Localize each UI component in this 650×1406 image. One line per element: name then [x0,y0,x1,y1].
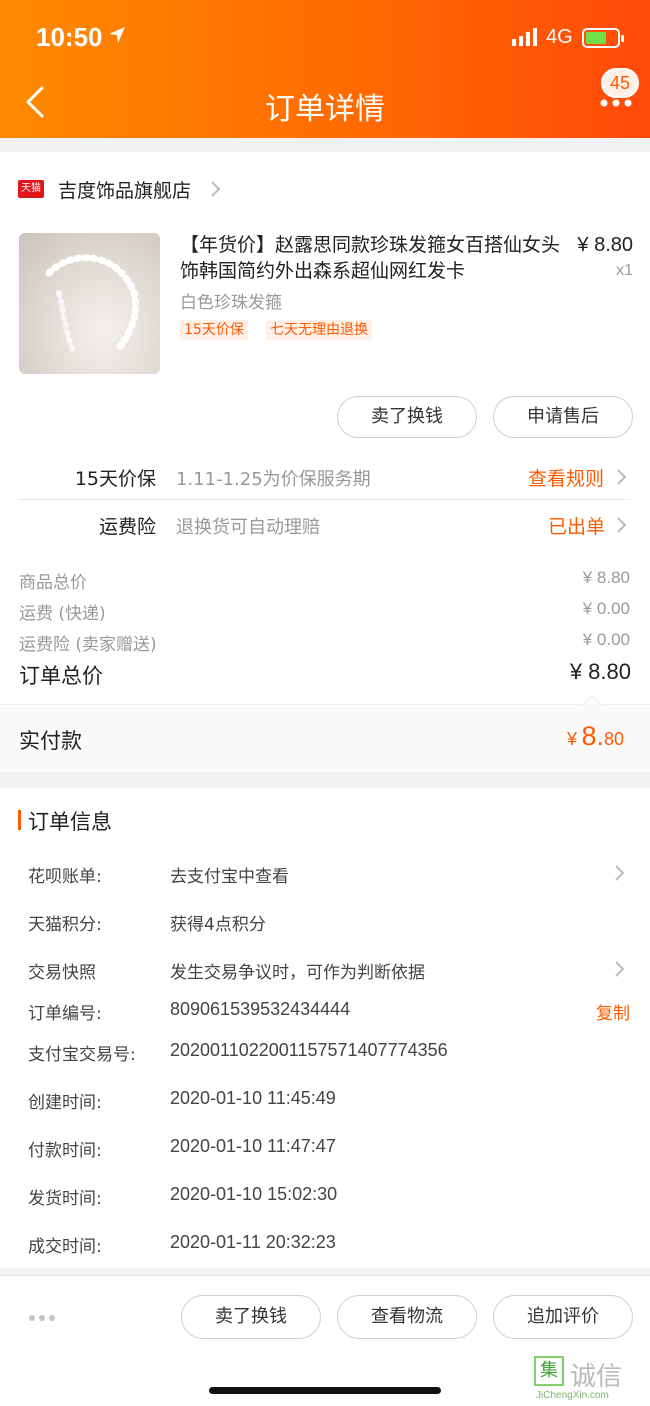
divider [19,499,631,500]
info-label: 花呗账单: [28,867,102,887]
status-bar: 10:50 4G [0,20,650,60]
fee-label: 运费险 (卖家赠送) [19,635,157,655]
view-rules-link[interactable]: 查看规则 [528,464,604,491]
paid-integer: 8. [581,721,604,751]
after-sale-button[interactable]: 申请售后 [493,396,633,438]
product-sku: 白色珍珠发箍 [180,293,282,313]
tag-price-protect: 15天价保 [180,320,248,340]
paid-decimal: 80 [603,729,624,749]
order-info-title: 订单信息 [28,810,112,834]
more-icon[interactable] [600,98,632,108]
fee-value: ¥ 0.00 [582,630,630,649]
shop-name[interactable]: 吉度饰品旗舰店 [58,176,191,203]
insurance-status-link[interactable]: 已出单 [548,512,605,539]
product-thumbnail[interactable] [19,233,160,374]
location-arrow-icon [109,27,125,43]
snapshot-link[interactable]: 发生交易争议时，可作为判断依据 [170,958,425,983]
sell-button[interactable]: 卖了换钱 [337,396,477,438]
order-card: 天猫 吉度饰品旗舰店 【年货价】赵露思同款珍珠发箍女百搭仙女头饰韩国简约外出森系… [0,152,650,772]
chevron-right-icon[interactable] [614,960,626,978]
info-label: 付款时间: [28,1141,102,1161]
chevron-right-icon[interactable] [616,516,628,534]
sell-button[interactable]: 卖了换钱 [181,1295,321,1339]
product-quantity: x1 [616,262,633,279]
service-desc: 1.11-1.25为价保服务期 [176,469,371,490]
service-desc: 退换货可自动理赔 [176,517,320,538]
message-count-badge: 45 [601,68,639,98]
created-time: 2020-01-10 11:45:49 [170,1088,336,1108]
tmall-badge: 天猫 [18,180,44,198]
service-label: 运费险 [98,516,156,538]
signal-icon [512,28,538,46]
paid-currency: ¥ [566,729,577,749]
product-price: ¥ 8.80 [577,234,633,256]
info-label: 交易快照 [28,963,96,983]
notch [582,694,602,714]
huabei-link[interactable]: 去支付宝中查看 [170,862,289,887]
info-label: 订单编号: [28,1004,102,1024]
info-label: 天猫积分: [28,915,102,935]
watermark-sub: JiChengXin.com [536,1390,609,1401]
order-info-section: 订单信息 花呗账单: 去支付宝中查看 天猫积分: 获得4点积分 交易快照 发生交… [0,788,650,1268]
info-label: 创建时间: [28,1093,102,1113]
shipped-time: 2020-01-10 15:02:30 [170,1184,338,1204]
watermark: 集 诚信 JiChengXin.com [534,1356,646,1404]
fee-label: 商品总价 [19,573,87,593]
info-label: 支付宝交易号: [28,1045,136,1065]
network-type: 4G [546,26,573,48]
header: 10:50 4G 订单详情 45 [0,0,650,138]
order-total-value: ¥ 8.80 [569,659,631,684]
watermark-text: 诚信 [570,1362,623,1392]
info-label: 发货时间: [28,1189,102,1209]
page-title: 订单详情 [265,92,385,127]
alipay-trade-number: 2020011022001157571407774356 [170,1040,448,1060]
order-total-label: 订单总价 [19,664,103,688]
paid-time: 2020-01-10 11:47:47 [170,1136,336,1156]
watermark-glyph: 集 [534,1356,564,1386]
fee-label: 运费 (快递) [19,604,106,624]
fee-value: ¥ 0.00 [582,599,630,618]
section-accent-bar [18,810,21,830]
info-label: 成交时间: [28,1237,102,1257]
status-time: 10:50 [36,22,103,52]
fee-value: ¥ 8.80 [582,568,630,587]
order-number: 809061539532434444 [170,999,351,1019]
ellipsis-icon[interactable] [28,1314,56,1322]
view-logistics-button[interactable]: 查看物流 [337,1295,477,1339]
info-value: 获得4点积分 [170,915,266,935]
copy-button[interactable]: 复制 [596,999,630,1024]
battery-icon [582,28,624,48]
chevron-right-icon[interactable] [210,180,222,198]
paid-section: 实付款 ¥ 8.80 [0,694,650,772]
chevron-right-icon[interactable] [616,468,628,486]
completed-time: 2020-01-11 20:32:23 [170,1232,336,1252]
paid-amount: ¥ 8.80 [567,721,624,752]
service-label: 15天价保 [74,468,156,490]
chevron-right-icon[interactable] [614,864,626,882]
home-indicator[interactable] [209,1387,441,1394]
tag-free-return: 七天无理由退换 [266,320,372,340]
product-title[interactable]: 【年货价】赵露思同款珍珠发箍女百搭仙女头饰韩国简约外出森系超仙网红发卡 [180,232,560,284]
paid-label: 实付款 [19,729,82,753]
add-review-button[interactable]: 追加评价 [493,1295,633,1339]
